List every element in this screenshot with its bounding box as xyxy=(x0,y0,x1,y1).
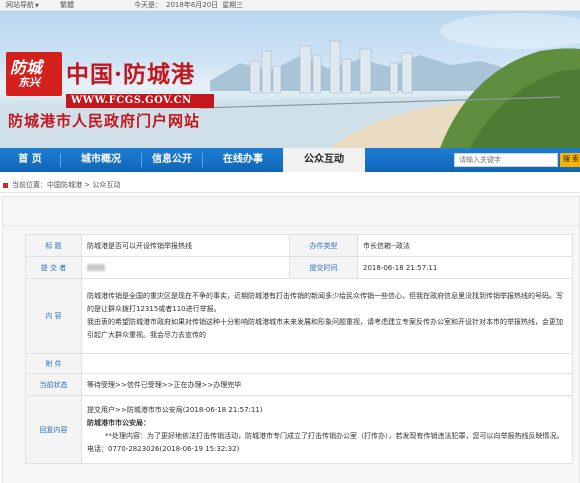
search-input[interactable] xyxy=(454,153,558,167)
site-nav-dropdown[interactable]: 网站导航▼ xyxy=(6,0,39,11)
breadcrumb-marker-icon xyxy=(3,182,8,188)
redacted-name xyxy=(87,264,105,271)
date-display: 今天是： 2018年6月20日 星期三 xyxy=(134,0,243,10)
date-label: 今天是： xyxy=(134,1,162,9)
date-value: 2018年6月20日 xyxy=(166,1,219,9)
reply-department: 防城港市市公安局： xyxy=(87,418,150,427)
time-label: 提交时间 xyxy=(289,256,358,279)
nav-city-overview[interactable]: 城市概况 xyxy=(61,148,141,172)
status-label: 当前状态 xyxy=(25,373,82,396)
attachment-value xyxy=(81,353,573,374)
status-value: 等待受理>>信件已受理>>正在办理>>办理完毕 xyxy=(81,373,573,396)
search-button[interactable]: 搜 索 xyxy=(560,153,580,167)
breadcrumb-prefix: 当前位置： xyxy=(12,181,47,189)
breadcrumb-separator: > xyxy=(82,181,93,189)
content-paragraph: 我由衷的希望防城港市政府如果对传销这种十分影响防城港城市未来发展和形象问题重视，… xyxy=(87,318,563,339)
site-nav-label[interactable]: 网站导航 xyxy=(6,1,34,9)
nav-online-services[interactable]: 在线办事 xyxy=(203,148,283,172)
breadcrumb-current[interactable]: 公众互动 xyxy=(92,181,120,189)
site-title: 中国·防城港 xyxy=(66,61,196,88)
caret-down-icon[interactable]: ▼ xyxy=(35,3,39,9)
breadcrumb: 当前位置：中国防城港 > 公众互动 xyxy=(3,180,120,190)
city-logo: 防城 东兴 xyxy=(6,52,62,96)
nav-public-interaction[interactable]: 公众互动 xyxy=(283,148,365,172)
panel-header xyxy=(2,196,580,226)
content-value: 防城港传销是全国的重灾区是现在不争的事实，近期防城港有打击传销的新闻多少给民众传… xyxy=(81,278,573,354)
submitter-label: 提 交 者 xyxy=(25,256,82,279)
title-label: 标 题 xyxy=(25,234,82,257)
attachment-label: 附 件 xyxy=(25,353,82,374)
letter-detail-table: 标 题 防城港是否可以开设传销举报热线 办件类型 市长信箱--政法 提 交 者 … xyxy=(25,234,573,464)
title-value: 防城港是否可以开设传销举报热线 xyxy=(81,234,290,257)
site-url: WWW.FCGS.GOV.CN xyxy=(66,94,214,108)
reply-body: **处理内容：为了更好地依法打击传销活动，防城港市专门成立了打击传销办公室（打传… xyxy=(87,431,564,453)
logo-text-bottom: 东兴 xyxy=(18,76,40,89)
breadcrumb-home[interactable]: 中国防城港 xyxy=(47,181,82,189)
divider xyxy=(0,192,580,193)
weekday: 星期三 xyxy=(222,1,244,9)
nav-home[interactable]: 首 页 xyxy=(0,148,60,172)
nav-info-disclosure[interactable]: 信息公开 xyxy=(142,148,202,172)
reply-header: 提交用户>>防城港市市公安局(2018-06-18 21:57:11) xyxy=(87,405,263,414)
content-paragraph: 防城港传销是全国的重灾区是现在不争的事实，近期防城港有打击传销的新闻多少给民众传… xyxy=(87,292,563,313)
top-bar: 网站导航▼ 繁體 今天是： 2018年6月20日 星期三 xyxy=(0,0,580,11)
reply-label: 回复内容 xyxy=(25,395,82,464)
time-value: 2018-06-18 21:57:11 xyxy=(357,256,573,279)
traditional-chinese-link[interactable]: 繁體 xyxy=(60,0,74,10)
content-label: 内 容 xyxy=(25,278,82,354)
site-subtitle: 防城港市人民政府门户网站 xyxy=(8,112,201,130)
header-banner: 防城 东兴 中国·防城港 WWW.FCGS.GOV.CN 防城港市人民政府门户网… xyxy=(0,11,580,148)
type-label: 办件类型 xyxy=(289,234,358,257)
type-value: 市长信箱--政法 xyxy=(357,234,573,257)
submitter-value xyxy=(81,256,290,279)
reply-value: 提交用户>>防城港市市公安局(2018-06-18 21:57:11) 防城港市… xyxy=(81,395,573,464)
